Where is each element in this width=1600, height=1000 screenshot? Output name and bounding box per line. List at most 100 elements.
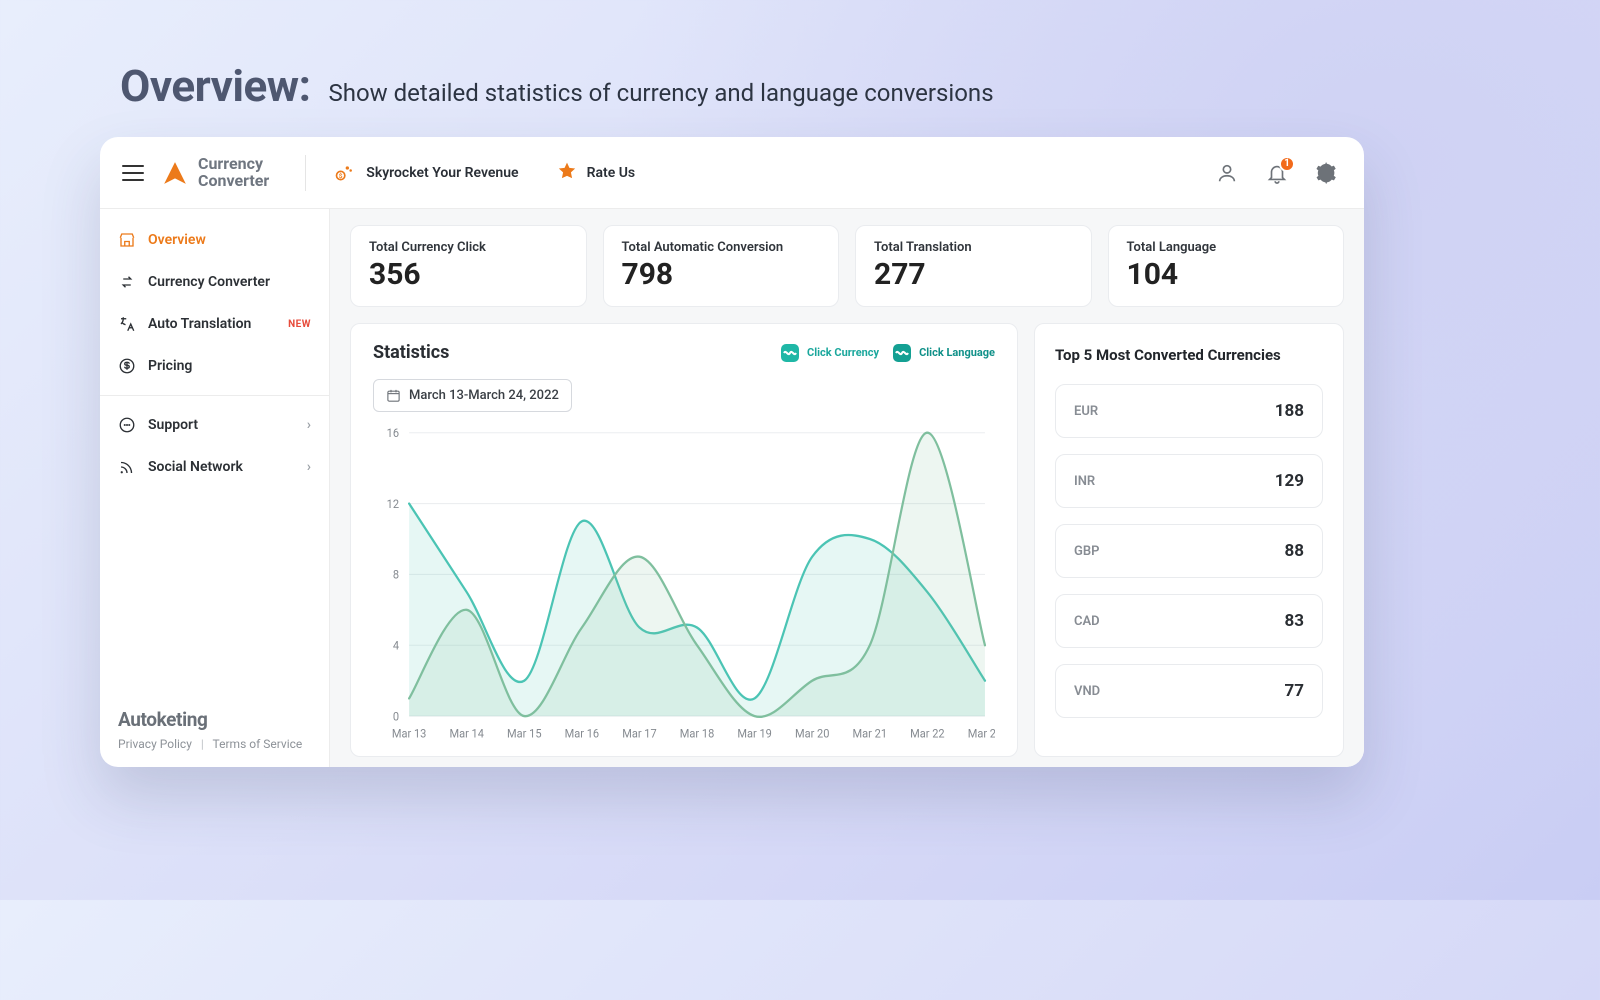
stat-label: Total Translation [874, 240, 1073, 255]
stat-value: 104 [1127, 257, 1326, 292]
stat-card-auto-conversion: Total Automatic Conversion 798 [603, 225, 840, 307]
logo-text: Currency Converter [198, 156, 269, 190]
svg-text:Mar 21: Mar 21 [853, 726, 887, 740]
stat-label: Total Currency Click [369, 240, 568, 255]
topbar-divider [305, 155, 306, 191]
logo-mark-icon [162, 160, 188, 186]
sidebar-item-social-network[interactable]: Social Network › [100, 446, 329, 488]
currency-row: GBP 88 [1055, 524, 1323, 578]
legend-label: Click Currency [807, 346, 879, 359]
calendar-icon [386, 388, 401, 403]
stat-value: 356 [369, 257, 568, 292]
wave-icon [781, 344, 799, 362]
rocket-icon: $ [332, 161, 356, 185]
skyrocket-label: Skyrocket Your Revenue [366, 165, 518, 181]
stat-card-language: Total Language 104 [1108, 225, 1345, 307]
currency-code: CAD [1074, 614, 1100, 629]
sidebar-item-pricing[interactable]: Pricing [100, 345, 329, 387]
sidebar-item-label: Social Network [148, 459, 243, 475]
stat-card-currency-click: Total Currency Click 356 [350, 225, 587, 307]
terms-link[interactable]: Terms of Service [213, 737, 303, 751]
bell-icon[interactable]: 1 [1266, 162, 1288, 184]
chart-title: Statistics [373, 342, 449, 363]
svg-text:Mar 13: Mar 13 [392, 726, 426, 740]
dollar-icon [118, 357, 136, 375]
sidebar-item-support[interactable]: Support › [100, 404, 329, 446]
currency-row: VND 77 [1055, 664, 1323, 718]
stat-value: 798 [622, 257, 821, 292]
sidebar-item-label: Pricing [148, 358, 192, 374]
currency-code: GBP [1074, 544, 1099, 559]
svg-text:16: 16 [387, 426, 399, 440]
sidebar-item-auto-translation[interactable]: Auto Translation NEW [100, 303, 329, 345]
app-logo[interactable]: Currency Converter [162, 156, 269, 190]
svg-text:$: $ [339, 172, 343, 180]
footer-divider: | [201, 737, 204, 751]
svg-text:Mar 16: Mar 16 [565, 726, 599, 740]
currency-value: 129 [1275, 471, 1304, 491]
exchange-icon [118, 273, 136, 291]
sidebar-item-overview[interactable]: Overview [100, 219, 329, 261]
currency-code: INR [1074, 474, 1095, 489]
svg-text:Mar 19: Mar 19 [737, 726, 771, 740]
wave-icon [893, 344, 911, 362]
sidebar-divider [100, 395, 329, 396]
translate-icon [118, 315, 136, 333]
hero-title: Overview: [120, 60, 311, 112]
currency-code: VND [1074, 684, 1100, 699]
legend-label: Click Language [919, 346, 995, 359]
notification-badge: 1 [1279, 156, 1295, 172]
rate-us-link[interactable]: Rate Us [547, 155, 646, 191]
sidebar: Overview Currency Converter Auto Transla… [100, 209, 330, 767]
sidebar-item-currency-converter[interactable]: Currency Converter [100, 261, 329, 303]
storefront-icon [118, 231, 136, 249]
stat-card-translation: Total Translation 277 [855, 225, 1092, 307]
hero-subtitle: Show detailed statistics of currency and… [329, 79, 994, 107]
stats-row: Total Currency Click 356 Total Automatic… [350, 225, 1344, 307]
footer-brand: Autoketing [118, 708, 311, 731]
new-badge: NEW [288, 319, 311, 330]
currency-row: CAD 83 [1055, 594, 1323, 648]
currency-code: EUR [1074, 404, 1098, 419]
chart-canvas: 0481216Mar 13Mar 14Mar 15Mar 16Mar 17Mar… [373, 422, 995, 744]
menu-icon[interactable] [122, 165, 144, 181]
svg-text:4: 4 [393, 638, 400, 652]
sidebar-item-label: Overview [148, 232, 206, 248]
sidebar-item-label: Auto Translation [148, 316, 251, 332]
skyrocket-link[interactable]: $ Skyrocket Your Revenue [322, 155, 528, 191]
svg-text:12: 12 [387, 497, 399, 511]
topbar: Currency Converter $ Skyrocket Your Reve… [100, 137, 1364, 209]
chevron-right-icon: › [307, 417, 311, 433]
chat-icon [118, 416, 136, 434]
legend-click-language[interactable]: Click Language [893, 344, 995, 362]
currency-value: 77 [1284, 681, 1304, 701]
gear-icon[interactable] [1316, 162, 1338, 184]
svg-text:Mar 14: Mar 14 [449, 726, 484, 740]
stat-label: Total Automatic Conversion [622, 240, 821, 255]
currency-value: 83 [1284, 611, 1304, 631]
svg-text:Mar 18: Mar 18 [680, 726, 714, 740]
currency-value: 88 [1284, 541, 1304, 561]
main-content: Total Currency Click 356 Total Automatic… [330, 209, 1364, 767]
rate-us-label: Rate Us [587, 165, 636, 181]
currencies-title: Top 5 Most Converted Currencies [1055, 346, 1323, 364]
svg-text:Mar 23: Mar 23 [968, 726, 995, 740]
chevron-right-icon: › [307, 459, 311, 475]
svg-text:0: 0 [393, 709, 399, 723]
statistics-panel: Statistics Click Currency Click Language [350, 323, 1018, 757]
currency-row: INR 129 [1055, 454, 1323, 508]
rss-icon [118, 458, 136, 476]
privacy-link[interactable]: Privacy Policy [118, 737, 192, 751]
app-window: Currency Converter $ Skyrocket Your Reve… [100, 137, 1364, 767]
currency-row: EUR 188 [1055, 384, 1323, 438]
svg-text:Mar 15: Mar 15 [507, 726, 541, 740]
currency-value: 188 [1275, 401, 1304, 421]
date-range-picker[interactable]: March 13-March 24, 2022 [373, 379, 572, 412]
user-icon[interactable] [1216, 162, 1238, 184]
svg-text:Mar 22: Mar 22 [910, 726, 944, 740]
top-currencies-panel: Top 5 Most Converted Currencies EUR 188 IN… [1034, 323, 1344, 757]
stat-value: 277 [874, 257, 1073, 292]
stat-label: Total Language [1127, 240, 1326, 255]
sidebar-item-label: Currency Converter [148, 274, 270, 290]
legend-click-currency[interactable]: Click Currency [781, 344, 879, 362]
